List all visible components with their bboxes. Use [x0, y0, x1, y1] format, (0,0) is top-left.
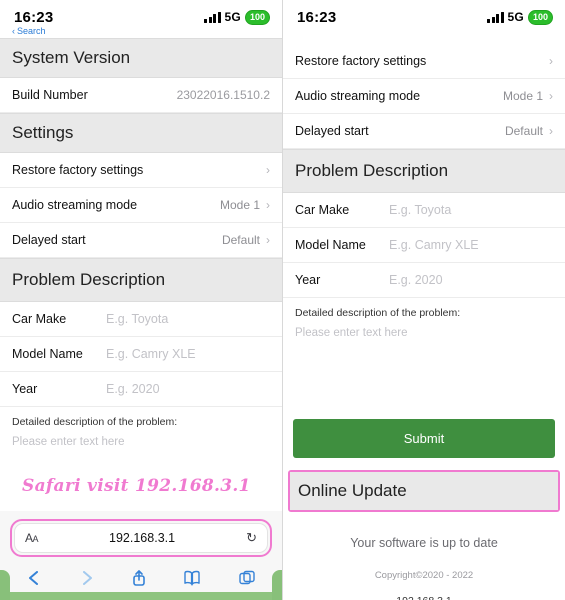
network-type-label: 5G	[507, 10, 524, 24]
build-number-label: Build Number	[12, 88, 88, 102]
car-make-input[interactable]: E.g. Toyota	[389, 203, 451, 217]
audio-streaming-mode-value-wrap: Mode 1 ›	[503, 89, 553, 103]
right-phone-screen: 16:23 5G 100 Restore factory settings › …	[283, 0, 565, 600]
restore-factory-settings-label: Restore factory settings	[12, 163, 144, 177]
delayed-start-value-wrap: Default ›	[222, 233, 270, 247]
network-type-label: 5G	[224, 10, 241, 24]
signal-strength-icon	[204, 11, 221, 23]
url-bar-highlight: AA 192.168.3.1 ↻	[10, 519, 272, 557]
build-number-value: 23022016.1510.2	[176, 88, 270, 102]
status-indicators: 5G 100	[204, 9, 270, 25]
row-delayed-start[interactable]: Delayed start Default ›	[0, 223, 282, 258]
safari-url-bar[interactable]: AA 192.168.3.1 ↻	[14, 523, 268, 553]
page-edge-left	[0, 570, 10, 600]
delayed-start-label: Delayed start	[295, 124, 369, 138]
restore-factory-settings-label: Restore factory settings	[295, 54, 427, 68]
detailed-description-textarea[interactable]: Please enter text here	[283, 325, 565, 349]
submit-button[interactable]: Submit	[293, 419, 555, 458]
url-text[interactable]: 192.168.3.1	[38, 531, 246, 545]
model-name-label: Model Name	[12, 347, 83, 361]
field-year[interactable]: Year E.g. 2020	[0, 372, 282, 407]
chevron-right-icon: ›	[266, 198, 270, 212]
chevron-right-icon: ›	[266, 233, 270, 247]
model-name-label: Model Name	[295, 238, 366, 252]
text-size-icon[interactable]: AA	[25, 531, 38, 545]
battery-icon: 100	[527, 9, 553, 25]
row-restore-factory-settings[interactable]: Restore factory settings ›	[0, 153, 282, 188]
tabs-icon[interactable]	[238, 569, 256, 592]
audio-streaming-mode-label: Audio streaming mode	[295, 89, 421, 103]
car-make-input[interactable]: E.g. Toyota	[106, 312, 168, 326]
chevron-right-icon: ›	[549, 54, 553, 68]
safari-browser-chrome: AA 192.168.3.1 ↻	[0, 511, 282, 600]
audio-streaming-mode-value-wrap: Mode 1 ›	[220, 198, 270, 212]
detailed-description-label: Detailed description of the problem:	[283, 298, 565, 325]
spacer-before-submit	[283, 349, 565, 409]
field-model-name[interactable]: Model Name E.g. Camry XLE	[283, 228, 565, 263]
section-header-problem-description: Problem Description	[0, 258, 282, 302]
field-year[interactable]: Year E.g. 2020	[283, 263, 565, 298]
detailed-description-label: Detailed description of the problem:	[0, 407, 282, 434]
year-input[interactable]: E.g. 2020	[389, 273, 443, 287]
section-header-problem-description: Problem Description	[283, 149, 565, 193]
delayed-start-value: Default	[504, 124, 543, 138]
row-delayed-start[interactable]: Delayed start Default ›	[283, 114, 565, 149]
row-audio-streaming-mode[interactable]: Audio streaming mode Mode 1 ›	[0, 188, 282, 223]
software-status-text: Your software is up to date	[283, 512, 565, 568]
status-time: 16:23	[297, 8, 337, 26]
field-car-make[interactable]: Car Make E.g. Toyota	[0, 302, 282, 337]
row-build-number: Build Number 23022016.1510.2	[0, 78, 282, 113]
row-audio-streaming-mode[interactable]: Audio streaming mode Mode 1 ›	[283, 79, 565, 114]
year-label: Year	[12, 382, 38, 396]
section-header-online-update: Online Update	[290, 472, 558, 510]
field-car-make[interactable]: Car Make E.g. Toyota	[283, 193, 565, 228]
field-model-name[interactable]: Model Name E.g. Camry XLE	[0, 337, 282, 372]
online-update-highlight: Online Update	[288, 470, 560, 512]
chevron-right-icon: ›	[266, 163, 270, 177]
safari-back-label: Search	[17, 26, 46, 36]
car-make-label: Car Make	[12, 312, 67, 326]
model-name-input[interactable]: E.g. Camry XLE	[389, 238, 479, 252]
bottom-url-text: 192.168.3.1	[283, 581, 565, 600]
reload-icon[interactable]: ↻	[246, 530, 257, 546]
status-indicators: 5G 100	[487, 9, 553, 25]
audio-streaming-mode-value: Mode 1	[219, 198, 260, 212]
detailed-description-textarea[interactable]: Please enter text here	[0, 434, 282, 458]
page-edge-green-strip	[0, 592, 282, 600]
spacer	[283, 34, 565, 44]
chevron-left-icon: ‹	[12, 25, 15, 36]
signal-strength-icon	[487, 11, 504, 23]
delayed-start-value: Default	[221, 233, 260, 247]
car-make-label: Car Make	[295, 203, 350, 217]
model-name-input[interactable]: E.g. Camry XLE	[106, 347, 196, 361]
restore-factory-settings-value: ›	[549, 54, 553, 68]
battery-icon: 100	[244, 9, 270, 25]
page-edge-right	[272, 570, 282, 600]
delayed-start-value-wrap: Default ›	[505, 124, 553, 138]
screenshot-root: 16:23 5G 100 ‹ Search System Version Bui…	[0, 0, 565, 600]
audio-streaming-mode-value: Mode 1	[502, 89, 543, 103]
restore-factory-settings-value: ›	[266, 163, 270, 177]
left-phone-screen: 16:23 5G 100 ‹ Search System Version Bui…	[0, 0, 283, 600]
handwritten-annotation: Safari visit 192.168.3.1	[22, 476, 251, 496]
delayed-start-label: Delayed start	[12, 233, 86, 247]
forward-icon[interactable]	[79, 569, 95, 592]
chevron-right-icon: ›	[549, 89, 553, 103]
row-restore-factory-settings[interactable]: Restore factory settings ›	[283, 44, 565, 79]
bookmarks-icon[interactable]	[183, 569, 201, 592]
chevron-right-icon: ›	[549, 124, 553, 138]
year-label: Year	[295, 273, 321, 287]
safari-back-to-search[interactable]: ‹ Search	[0, 26, 282, 38]
status-bar-right: 16:23 5G 100	[283, 0, 565, 34]
year-input[interactable]: E.g. 2020	[106, 382, 160, 396]
status-time: 16:23	[14, 8, 54, 26]
share-icon[interactable]	[131, 569, 147, 592]
section-header-system-version: System Version	[0, 38, 282, 78]
back-icon[interactable]	[26, 569, 42, 592]
section-header-settings: Settings	[0, 113, 282, 153]
audio-streaming-mode-label: Audio streaming mode	[12, 198, 138, 212]
copyright-text: Copyright©2020 - 2022	[283, 568, 565, 581]
submit-button-wrap: Submit	[283, 409, 565, 458]
